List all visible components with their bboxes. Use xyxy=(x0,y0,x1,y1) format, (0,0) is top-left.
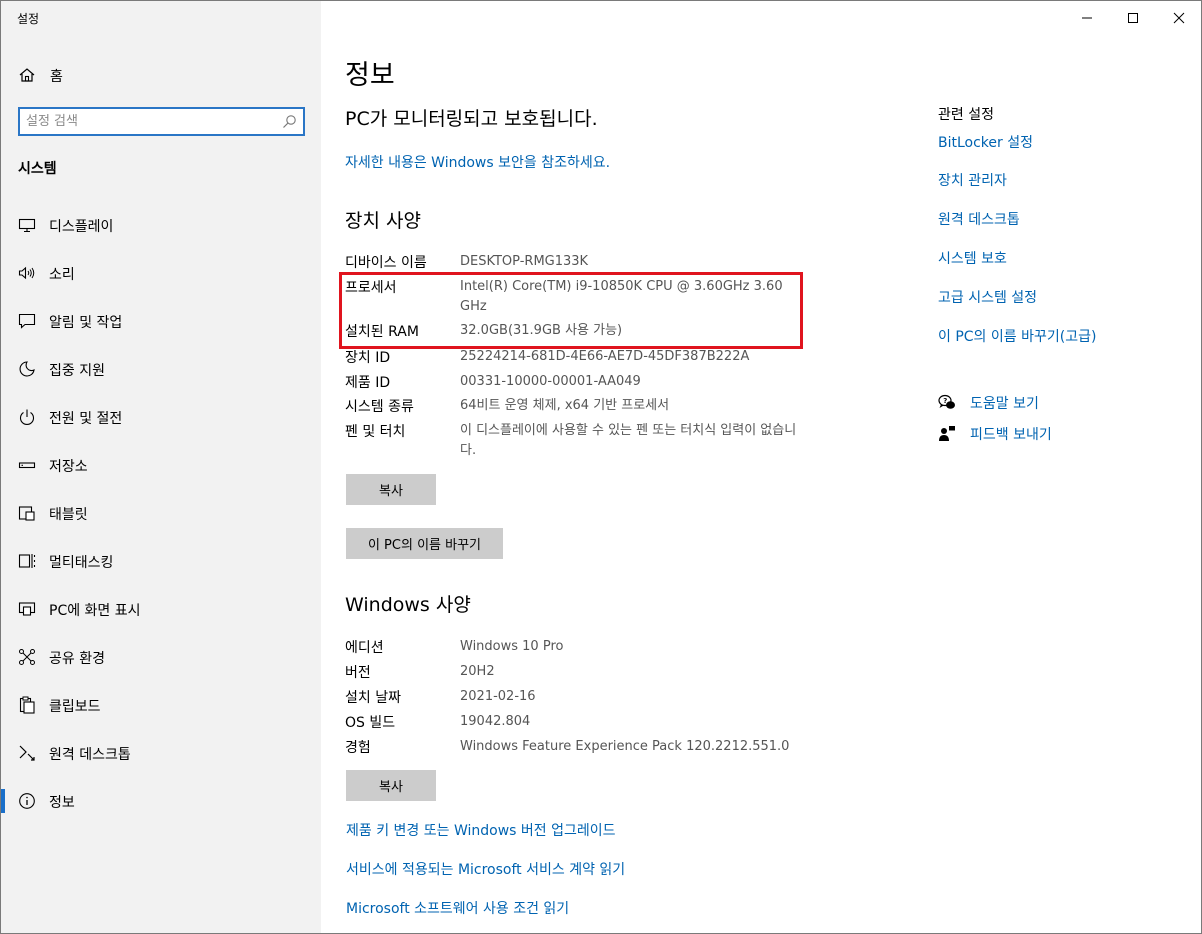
page-title: 정보 xyxy=(345,60,395,91)
spec-value: 20H2 xyxy=(460,664,495,679)
feedback-icon xyxy=(938,425,956,443)
sidebar-item-multitasking[interactable]: 멀티태스킹 xyxy=(1,537,321,585)
sidebar-item-label: 집중 지원 xyxy=(49,363,105,379)
sidebar-item-notifications[interactable]: 알림 및 작업 xyxy=(1,297,321,345)
spec-key: 경험 xyxy=(345,740,371,756)
sidebar-item-label: 태블릿 xyxy=(49,507,88,523)
sidebar-item-display[interactable]: 디스플레이 xyxy=(1,201,321,249)
remote-desktop-link[interactable]: 원격 데스크톱 xyxy=(938,209,1020,229)
notification-icon xyxy=(18,312,36,330)
sidebar-item-label: PC에 화면 표시 xyxy=(49,603,141,619)
sidebar-item-storage[interactable]: 저장소 xyxy=(1,441,321,489)
spec-value: 64비트 운영 체제, x64 기반 프로세서 xyxy=(460,398,670,413)
rename-pc-button[interactable]: 이 PC의 이름 바꾸기 xyxy=(346,528,503,559)
moon-icon xyxy=(18,360,36,378)
spec-value: 2021-02-16 xyxy=(460,689,536,704)
sidebar-item-clipboard[interactable]: 클립보드 xyxy=(1,681,321,729)
spec-key: 제품 ID xyxy=(345,375,391,391)
sidebar-item-label: 알림 및 작업 xyxy=(49,315,123,331)
nav-list: 디스플레이 소리 알림 및 작업 집중 지원 전원 및 절전 저장소 태블릿 멀… xyxy=(1,201,321,825)
sidebar-item-sound[interactable]: 소리 xyxy=(1,249,321,297)
spec-value: Windows Feature Experience Pack 120.2212… xyxy=(460,739,790,754)
search-input[interactable] xyxy=(26,112,276,131)
sidebar-item-about[interactable]: 정보 xyxy=(1,777,321,825)
sidebar-item-label: 소리 xyxy=(49,267,75,283)
spec-value: DESKTOP-RMG133K xyxy=(460,254,589,269)
sidebar-item-label: 정보 xyxy=(49,795,75,811)
spec-key: 펜 및 터치 xyxy=(345,424,406,440)
get-help-link[interactable]: ? 도움말 보기 xyxy=(938,393,1138,413)
rename-pc-advanced-link[interactable]: 이 PC의 이름 바꾸기(고급) xyxy=(938,326,1096,346)
sidebar-item-label: 공유 환경 xyxy=(49,651,105,667)
windows-security-link[interactable]: 자세한 내용은 Windows 보안을 참조하세요. xyxy=(345,152,610,172)
search-icon[interactable] xyxy=(282,114,297,129)
home-label: 홈 xyxy=(50,69,63,85)
get-help-label: 도움말 보기 xyxy=(970,396,1039,412)
device-specs-heading: 장치 사양 xyxy=(345,210,421,232)
license-terms-link[interactable]: Microsoft 소프트웨어 사용 조건 읽기 xyxy=(346,898,569,918)
spec-key: 설치 날짜 xyxy=(345,690,401,706)
sidebar-item-label: 클립보드 xyxy=(49,699,101,715)
sidebar-item-focus-assist[interactable]: 집중 지원 xyxy=(1,345,321,393)
multitasking-icon xyxy=(18,552,36,570)
spec-key: OS 빌드 xyxy=(345,715,396,731)
monitor-icon xyxy=(18,216,36,234)
sidebar-item-label: 디스플레이 xyxy=(49,219,114,235)
spec-value: Windows 10 Pro xyxy=(460,639,564,654)
give-feedback-link[interactable]: 피드백 보내기 xyxy=(938,424,1138,444)
spec-key: 버전 xyxy=(345,665,371,681)
spec-value: 19042.804 xyxy=(460,714,531,729)
app-title: 설정 xyxy=(17,12,40,26)
spec-key: 시스템 종류 xyxy=(345,399,414,415)
sidebar-item-label: 원격 데스크톱 xyxy=(49,747,131,763)
protection-status: PC가 모니터링되고 보호됩니다. xyxy=(345,108,598,130)
sidebar-item-label: 멀티태스킹 xyxy=(49,555,114,571)
search-box[interactable] xyxy=(18,107,305,136)
sidebar-item-remote-desktop[interactable]: 원격 데스크톱 xyxy=(1,729,321,777)
remote-desktop-icon xyxy=(18,744,36,762)
copy-device-specs-button[interactable]: 복사 xyxy=(346,474,436,505)
sidebar: 설정 홈 시스템 디스플레이 xyxy=(1,1,321,933)
clipboard-icon xyxy=(18,696,36,714)
help-chat-icon: ? xyxy=(938,394,956,412)
home-button[interactable]: 홈 xyxy=(1,61,321,89)
device-manager-link[interactable]: 장치 관리자 xyxy=(938,170,1007,190)
scrollbar[interactable] xyxy=(1197,33,1201,885)
power-icon xyxy=(18,408,36,426)
sidebar-item-tablet[interactable]: 태블릿 xyxy=(1,489,321,537)
tablet-icon xyxy=(18,504,36,522)
upgrade-edition-link[interactable]: 제품 키 변경 또는 Windows 버전 업그레이드 xyxy=(346,820,616,840)
speaker-icon xyxy=(18,264,36,282)
info-icon xyxy=(18,792,36,810)
sidebar-item-label: 전원 및 절전 xyxy=(49,411,123,427)
related-settings-title: 관련 설정 xyxy=(938,107,994,123)
copy-windows-specs-button[interactable]: 복사 xyxy=(346,770,436,801)
services-agreement-link[interactable]: 서비스에 적용되는 Microsoft 서비스 계약 읽기 xyxy=(346,859,625,879)
sidebar-item-label: 저장소 xyxy=(49,459,88,475)
svg-text:?: ? xyxy=(943,397,947,405)
project-icon xyxy=(18,600,36,618)
give-feedback-label: 피드백 보내기 xyxy=(970,427,1052,443)
spec-value: 이 디스플레이에 사용할 수 있는 펜 또는 터치식 입력이 없습니다. xyxy=(460,423,797,458)
spec-key: 장치 ID xyxy=(345,350,391,366)
home-icon xyxy=(18,66,36,84)
highlight-box xyxy=(339,272,803,349)
sidebar-item-shared-experiences[interactable]: 공유 환경 xyxy=(1,633,321,681)
bitlocker-link[interactable]: BitLocker 설정 xyxy=(938,132,1033,152)
spec-value: 25224214-681D-4E66-AE7D-45DF387B222A xyxy=(460,349,750,364)
spec-value: 00331-10000-00001-AA049 xyxy=(460,374,641,389)
spec-key: 디바이스 이름 xyxy=(345,255,427,271)
storage-icon xyxy=(18,456,36,474)
sidebar-item-project[interactable]: PC에 화면 표시 xyxy=(1,585,321,633)
section-title: 시스템 xyxy=(18,161,57,177)
advanced-system-settings-link[interactable]: 고급 시스템 설정 xyxy=(938,287,1037,307)
main-content: 정보 PC가 모니터링되고 보호됩니다. 자세한 내용은 Windows 보안을… xyxy=(321,1,1201,933)
windows-specs-heading: Windows 사양 xyxy=(345,594,471,616)
share-icon xyxy=(18,648,36,666)
sidebar-item-power[interactable]: 전원 및 절전 xyxy=(1,393,321,441)
system-protection-link[interactable]: 시스템 보호 xyxy=(938,248,1007,268)
settings-window: 설정 홈 시스템 디스플레이 xyxy=(0,0,1202,934)
spec-key: 에디션 xyxy=(345,640,384,656)
